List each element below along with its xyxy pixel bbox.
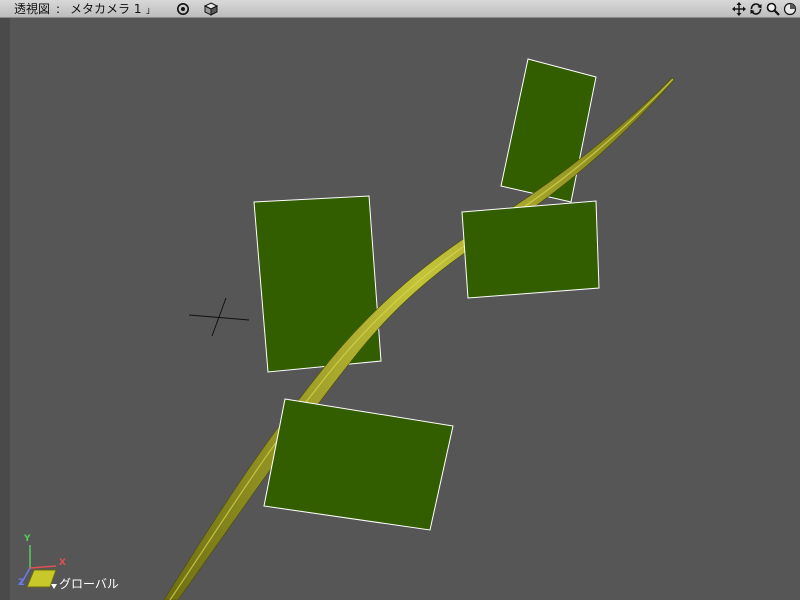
scene-canvas[interactable]: [0, 0, 800, 600]
leaf-top-right[interactable]: [500, 58, 597, 203]
axis-gizmo: [20, 545, 57, 589]
coordinate-mode-label[interactable]: グローバル: [59, 577, 119, 591]
leaf-middle-right[interactable]: [461, 200, 600, 299]
coordinate-menu-arrow[interactable]: [51, 584, 57, 589]
axis-y-label: Y: [24, 534, 31, 544]
viewport-window: 透視図 : メタカメラ 1 」 Y X Z グローバル: [0, 0, 800, 600]
leaf-bottom[interactable]: [263, 398, 454, 531]
axis-x-label: X: [59, 558, 66, 568]
3d-cursor[interactable]: [188, 297, 250, 337]
axis-z-label: Z: [18, 578, 25, 588]
